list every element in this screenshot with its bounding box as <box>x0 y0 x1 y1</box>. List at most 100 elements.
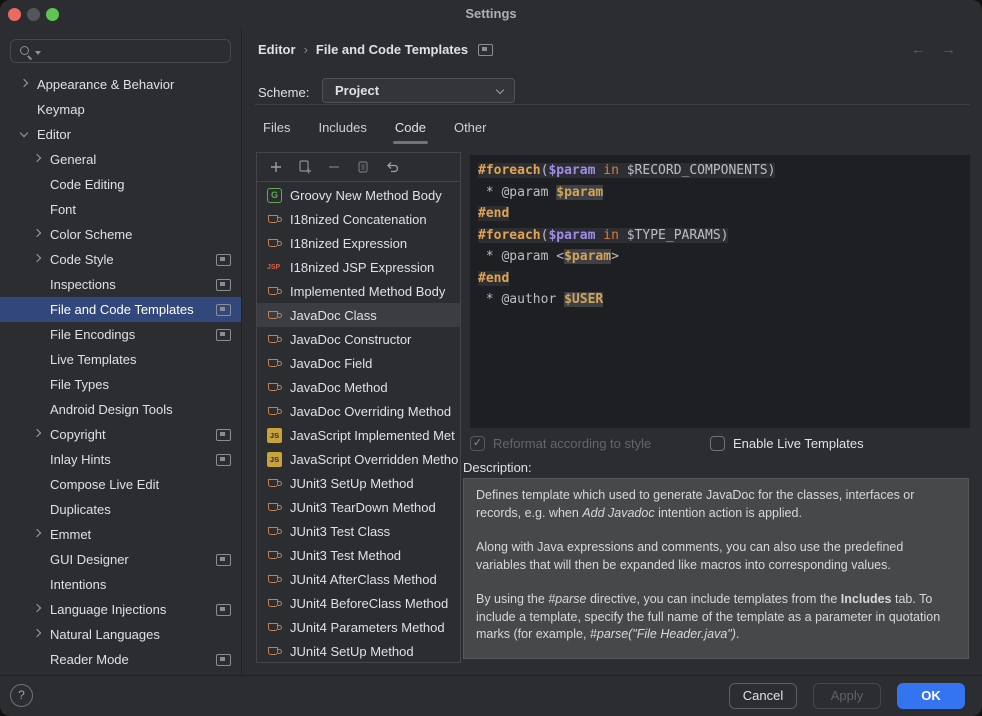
screen-icon <box>216 604 231 616</box>
code-line: #end <box>478 203 970 225</box>
sidebar-item-file-types[interactable]: File Types <box>0 372 241 397</box>
tab-files[interactable]: Files <box>263 120 290 144</box>
template-list-item[interactable]: JavaDoc Overriding Method <box>257 399 460 423</box>
scheme-select[interactable]: Project <box>322 78 515 103</box>
template-name: I18nized Expression <box>290 236 407 251</box>
window-title: Settings <box>0 6 982 21</box>
template-list-item[interactable]: JUnit4 SetUp Method <box>257 639 460 663</box>
search-history-caret-icon[interactable] <box>35 51 41 55</box>
copy-template-icon[interactable] <box>355 159 371 175</box>
template-list-item[interactable]: GGroovy New Method Body <box>257 183 460 207</box>
navigate-back-icon[interactable]: ← <box>911 41 926 58</box>
java-icon <box>267 548 282 563</box>
sidebar-item-color-scheme[interactable]: Color Scheme <box>0 222 241 247</box>
template-list-item[interactable]: JavaDoc Class <box>257 303 460 327</box>
screen-icon <box>216 304 231 316</box>
sidebar-item-keymap[interactable]: Keymap <box>0 97 241 122</box>
java-icon <box>267 476 282 491</box>
template-list-item[interactable]: JavaDoc Field <box>257 351 460 375</box>
chevron-right-icon[interactable] <box>34 430 40 436</box>
template-list-item[interactable]: JSPI18nized JSP Expression <box>257 255 460 279</box>
breadcrumb-file-and-code-templates: File and Code Templates <box>316 42 468 57</box>
chevron-right-icon[interactable] <box>34 230 40 236</box>
chevron-down-icon[interactable] <box>21 130 27 136</box>
screen-icon <box>216 429 231 441</box>
ok-button[interactable]: OK <box>897 683 965 709</box>
code-line: * @author $USER <box>478 289 970 311</box>
chevron-right-icon[interactable] <box>34 605 40 611</box>
tab-includes[interactable]: Includes <box>318 120 366 144</box>
cancel-button[interactable]: Cancel <box>729 683 797 709</box>
per-project-screen-icon <box>478 44 493 56</box>
screen-icon <box>216 329 231 341</box>
add-template-icon[interactable] <box>268 159 284 175</box>
sidebar-item-copyright[interactable]: Copyright <box>0 422 241 447</box>
chevron-right-icon[interactable] <box>34 155 40 161</box>
template-name: JavaDoc Constructor <box>290 332 411 347</box>
template-list-item[interactable]: JUnit3 Test Class <box>257 519 460 543</box>
reformat-checkbox[interactable]: ✓ <box>470 436 485 451</box>
template-name: JUnit3 Test Method <box>290 548 401 563</box>
template-list-item[interactable]: JUnit3 TearDown Method <box>257 495 460 519</box>
sidebar-item-live-templates[interactable]: Live Templates <box>0 347 241 372</box>
template-list-item[interactable]: JavaDoc Method <box>257 375 460 399</box>
screen-icon <box>216 254 231 266</box>
sidebar-item-code-style[interactable]: Code Style <box>0 247 241 272</box>
sidebar-item-compose-live-edit[interactable]: Compose Live Edit <box>0 472 241 497</box>
scheme-label: Scheme: <box>258 85 309 100</box>
reset-template-icon[interactable] <box>384 159 400 175</box>
template-list-item[interactable]: JSJavaScript Overridden Metho <box>257 447 460 471</box>
template-list-item[interactable]: Implemented Method Body <box>257 279 460 303</box>
tab-code[interactable]: Code <box>395 120 426 144</box>
sidebar-item-inlay-hints[interactable]: Inlay Hints <box>0 447 241 472</box>
sidebar-item-appearance-behavior[interactable]: Appearance & Behavior <box>0 72 241 97</box>
sidebar-item-android-design-tools[interactable]: Android Design Tools <box>0 397 241 422</box>
scheme-selected-value: Project <box>335 83 379 98</box>
sidebar-item-reader-mode[interactable]: Reader Mode <box>0 647 241 672</box>
template-list-item[interactable]: JUnit4 BeforeClass Method <box>257 591 460 615</box>
chevron-right-icon[interactable] <box>34 530 40 536</box>
enable-live-templates-checkbox[interactable] <box>710 436 725 451</box>
chevron-right-icon[interactable] <box>21 80 27 86</box>
template-list-item[interactable]: JUnit4 Parameters Method <box>257 615 460 639</box>
duplicate-template-icon[interactable] <box>297 159 313 175</box>
sidebar-item-label: Compose Live Edit <box>50 477 159 492</box>
template-tabs: Files Includes Code Other <box>263 120 486 144</box>
template-list-item[interactable]: JUnit4 AfterClass Method <box>257 567 460 591</box>
template-code-editor[interactable]: #foreach($param in $RECORD_COMPONENTS) *… <box>470 155 970 428</box>
java-icon <box>267 572 282 587</box>
sidebar-item-code-editing[interactable]: Code Editing <box>0 172 241 197</box>
sidebar-item-emmet[interactable]: Emmet <box>0 522 241 547</box>
sidebar-item-general[interactable]: General <box>0 147 241 172</box>
sidebar-item-editor[interactable]: Editor <box>0 122 241 147</box>
sidebar-item-intentions[interactable]: Intentions <box>0 572 241 597</box>
template-list-item[interactable]: JUnit3 SetUp Method <box>257 471 460 495</box>
java-icon <box>267 644 282 659</box>
description-panel[interactable]: Defines template which used to generate … <box>463 478 969 659</box>
sidebar-item-gui-designer[interactable]: GUI Designer <box>0 547 241 572</box>
sidebar-item-language-injections[interactable]: Language Injections <box>0 597 241 622</box>
chevron-right-icon[interactable] <box>34 255 40 261</box>
template-name: JavaDoc Method <box>290 380 388 395</box>
sidebar-item-inspections[interactable]: Inspections <box>0 272 241 297</box>
template-list-item[interactable]: I18nized Concatenation <box>257 207 460 231</box>
chevron-down-icon <box>497 87 503 93</box>
search-input[interactable] <box>10 39 231 63</box>
template-list-item[interactable]: JSJavaScript Implemented Met <box>257 423 460 447</box>
template-list-item[interactable]: JUnit3 Test Method <box>257 543 460 567</box>
sidebar-item-natural-languages[interactable]: Natural Languages <box>0 622 241 647</box>
sidebar-item-duplicates[interactable]: Duplicates <box>0 497 241 522</box>
template-list-item[interactable]: JavaDoc Constructor <box>257 327 460 351</box>
navigate-forward-icon[interactable]: → <box>941 41 956 58</box>
help-button[interactable]: ? <box>10 684 33 707</box>
breadcrumb-editor[interactable]: Editor <box>258 42 296 57</box>
chevron-right-icon[interactable] <box>34 630 40 636</box>
sidebar-item-file-encodings[interactable]: File Encodings <box>0 322 241 347</box>
template-list-item[interactable]: I18nized Expression <box>257 231 460 255</box>
sidebar-item-label: Keymap <box>37 102 85 117</box>
sidebar-item-file-and-code-templates[interactable]: File and Code Templates <box>0 297 241 322</box>
sidebar-item-font[interactable]: Font <box>0 197 241 222</box>
tab-other[interactable]: Other <box>454 120 487 144</box>
remove-template-icon[interactable] <box>326 159 342 175</box>
code-line: * @param <$param> <box>478 246 970 268</box>
